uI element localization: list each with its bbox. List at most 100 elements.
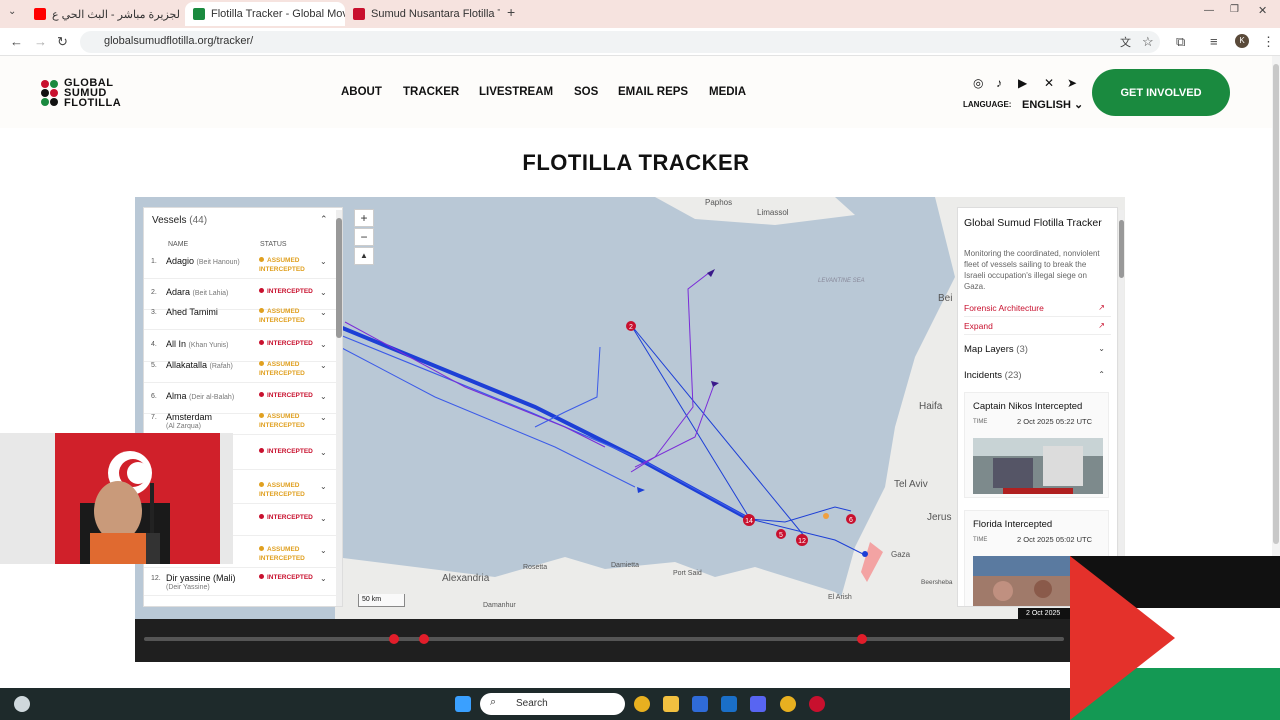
chevron-down-icon[interactable]: ⌄ [320,308,327,317]
map-layers-section[interactable]: Map Layers (3) ⌄ [964,344,1111,355]
status-text: ASSUMED INTERCEPTED [259,361,305,377]
minimize-icon[interactable]: — [1204,5,1214,16]
incident-card[interactable]: Captain Nikos Intercepted TIME 2 Oct 202… [964,392,1109,498]
tab-label: Sumud Nusantara Flotilla Track [371,8,500,20]
x-icon[interactable]: ✕ [1044,76,1054,90]
timeline-incident-marker[interactable] [857,634,867,644]
chevron-down-icon[interactable]: ⌄ [320,257,327,266]
instagram-icon[interactable]: ◎ [973,76,983,90]
incident-marker[interactable]: 2 [626,321,636,331]
chrome-icon[interactable] [634,696,650,712]
file-explorer-icon[interactable] [663,696,679,712]
reload-icon[interactable]: ↻ [57,34,68,50]
incident-marker[interactable]: 6 [846,514,856,524]
chevron-down-icon[interactable]: ⌄ [320,392,327,401]
telegram-icon[interactable]: ➤ [1067,76,1077,90]
vessel-row[interactable]: 1. Adagio (Beit Hanoun) ASSUMED INTERCEPTE… [144,253,336,279]
vessels-scrollbar[interactable] [336,210,342,606]
status-badge: ASSUMED INTERCEPTED [259,360,321,378]
chevron-down-icon[interactable]: ⌄ [320,413,327,422]
incident-marker[interactable]: 14 [743,514,755,526]
tab-flotilla-tracker[interactable]: Flotilla Tracker - Global Movem ✕ [185,2,345,26]
nav-email-reps[interactable]: EMAIL REPS [618,86,688,98]
vessel-number: 6. [151,393,157,400]
chevron-down-icon[interactable]: ⌄ [320,340,327,349]
profile-avatar[interactable]: K [1235,34,1249,48]
timeline-track[interactable] [144,637,1064,641]
forward-icon[interactable]: → [34,34,47,49]
youtube-icon[interactable]: ▶ [1018,76,1027,90]
incident-marker[interactable]: 5 [776,529,786,539]
chevron-down-icon[interactable]: ⌄ [320,288,327,297]
nav-livestream[interactable]: LIVESTREAM [479,86,553,98]
reset-bearing-button[interactable]: ▲ [354,247,374,265]
vessel-row[interactable]: 3. Ahed Tamimi ASSUMED INTERCEPTED ⌄ [144,304,336,330]
zoom-out-button[interactable]: − [354,228,374,246]
reading-list-icon[interactable]: ≡ [1210,34,1218,49]
tab-search-chevron-icon[interactable]: ⌄ [8,6,16,17]
expand-link[interactable]: Expand ↗ [964,321,1111,335]
vessels-header[interactable]: Vessels (44) [152,215,207,226]
map-label-damietta: Damietta [611,562,640,569]
nav-media[interactable]: MEDIA [709,86,746,98]
incident-photo[interactable] [973,438,1103,494]
window-close-icon[interactable]: ✕ [1258,4,1267,17]
vessel-row[interactable]: 12. Dir yassine (Mali) (Deir Yassine) INTER… [144,570,336,596]
windows-start-icon[interactable] [455,696,471,712]
chevron-down-icon[interactable]: ⌄ [320,361,327,370]
vessel-row[interactable]: 5. Allakatalla (Rafah) ASSUMED INTERCEPTED… [144,357,336,383]
chevron-up-icon[interactable]: ⌃ [320,214,328,225]
menu-kebab-icon[interactable]: ⋮ [1262,34,1275,50]
info-description: Monitoring the coordinated, nonviolent f… [964,249,1100,291]
new-tab-button[interactable]: + [507,4,515,20]
status-badge: INTERCEPTED [259,287,321,296]
outlook-icon[interactable] [721,696,737,712]
discord-icon[interactable] [750,696,766,712]
status-dot-icon [259,448,264,453]
chrome-active-icon[interactable] [780,696,796,712]
status-dot-icon [259,392,264,397]
language-select[interactable]: ENGLISH ⌄ [1022,98,1083,111]
incident-title: Captain Nikos Intercepted [973,401,1083,412]
tab-aljazeera[interactable]: الجزيرة مباشر - البث الحي ع ✕ [26,2,181,26]
search-icon: ⌕ [490,696,497,708]
chevron-down-icon[interactable]: ⌄ [320,448,327,457]
info-panel-scrollbar[interactable] [1119,210,1124,606]
translate-icon[interactable]: 文 [1120,34,1131,50]
incident-marker[interactable]: 12 [796,534,808,546]
taskbar-search[interactable]: ⌕ Search [480,693,625,715]
tab-sumud-nusantara[interactable]: Sumud Nusantara Flotilla Track ✕ [345,2,500,26]
incidents-count: (23) [1004,370,1022,381]
logo-wordmark[interactable]: GLOBAL SUMUD FLOTILLA [64,78,121,109]
vessel-name: Adara [166,287,191,297]
tab-label: Flotilla Tracker - Global Movem [211,8,345,20]
weather-icon[interactable] [14,696,30,712]
back-icon[interactable]: ← [10,34,23,49]
status-badge: ASSUMED INTERCEPTED [259,307,321,325]
maximize-icon[interactable]: ❐ [1230,4,1239,15]
app-icon[interactable] [809,696,825,712]
tiktok-icon[interactable]: ♪ [996,76,1002,90]
nav-sos[interactable]: SOS [574,86,598,98]
extensions-icon[interactable]: ⧉ [1176,34,1185,50]
incidents-section[interactable]: Incidents (23) ⌃ [964,370,1111,381]
nav-about[interactable]: ABOUT [341,86,382,98]
timeline-incident-marker[interactable] [419,634,429,644]
vessel-row[interactable]: 7. Amsterdam (Al Zarqua) ASSUMED INTERCEPTE… [144,409,336,435]
chevron-down-icon[interactable]: ⌄ [320,514,327,523]
url-field[interactable]: globalsumudflotilla.org/tracker/ [80,31,1160,53]
get-involved-button[interactable]: GET INVOLVED [1092,69,1230,116]
chevron-down-icon[interactable]: ⌄ [320,482,327,491]
zoom-in-button[interactable]: + [354,209,374,227]
store-icon[interactable] [692,696,708,712]
bookmark-star-icon[interactable]: ☆ [1142,34,1154,50]
nav-tracker[interactable]: TRACKER [403,86,459,98]
marker-label: 5 [779,532,783,539]
vessels-count: (44) [189,215,208,226]
vessels-title: Vessels [152,215,187,226]
forensic-architecture-link[interactable]: Forensic Architecture ↗ [964,303,1111,317]
chevron-down-icon[interactable]: ⌄ [320,574,327,583]
page-scrollbar[interactable] [1272,56,1280,556]
chevron-down-icon[interactable]: ⌄ [320,546,327,555]
timeline-incident-marker[interactable] [389,634,399,644]
